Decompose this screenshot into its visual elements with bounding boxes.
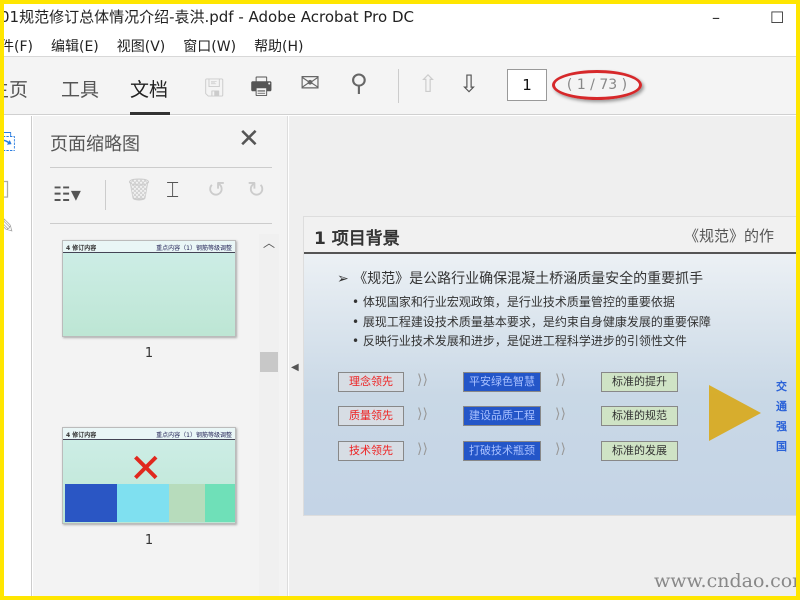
- next-page-icon[interactable]: ⇩: [459, 70, 479, 98]
- chevron-icon: ⟩⟩: [555, 441, 566, 457]
- chevron-icon: ⟩⟩: [555, 372, 566, 388]
- standard-box: 标准的发展: [601, 441, 678, 461]
- chevron-icon: ⟩⟩: [417, 441, 428, 457]
- divider: [50, 223, 272, 224]
- page-thumbnails-icon[interactable]: ⎘: [4, 130, 16, 155]
- chevron-icon: ⟩⟩: [555, 406, 566, 422]
- window-title: 01规范修订总体情况介绍-袁洪.pdf - Adobe Acrobat Pro …: [4, 8, 414, 26]
- delete-icon[interactable]: 🗑: [125, 178, 153, 203]
- bullet: • 展现工程建设技术质量基本要求，是约束自身健康发展的重要保障: [352, 315, 711, 329]
- slide-header-right: 《规范》的作: [684, 227, 775, 245]
- insert-page-icon[interactable]: ⌶: [166, 178, 179, 203]
- rotate-right-icon[interactable]: ↻: [247, 178, 265, 203]
- panel-title: 页面缩略图: [50, 134, 140, 155]
- thumbnail-heading: 4 修订内容 重点内容（1）钢筋等级调整: [63, 241, 235, 253]
- goal-box: 建设品质工程: [463, 406, 541, 426]
- table-block: [205, 484, 235, 522]
- page-number-input[interactable]: 1: [507, 69, 547, 101]
- page-thumbnail[interactable]: 4 修订内容 重点内容（1）钢筋等级调整: [62, 240, 236, 337]
- tab-document[interactable]: 文档: [130, 75, 168, 102]
- maximize-button[interactable]: ☐: [770, 8, 784, 27]
- scrollbar[interactable]: ︿: [259, 234, 279, 596]
- document-view: ◀ 1 项目背景 《规范》的作 ➢ 《规范》是公路行业确保混凝土桥涵质量安全的重…: [289, 116, 796, 596]
- active-tab-indicator: [130, 112, 170, 115]
- thumbnail-title: 4 修订内容: [66, 245, 97, 252]
- table-block: [65, 484, 117, 522]
- concept-box: 技术领先: [338, 441, 404, 461]
- page-thumbnail[interactable]: 4 修订内容 重点内容（1）钢筋等级调整 ✕: [62, 427, 236, 524]
- slide-title: 1 项目背景: [314, 229, 400, 249]
- print-icon[interactable]: 🖶: [250, 69, 273, 110]
- chevron-icon: ⟩⟩: [417, 372, 428, 388]
- bullet-text: 反映行业技术发展和进步，是促进工程科学进步的引领性文件: [362, 334, 687, 348]
- standard-box: 标准的规范: [601, 406, 678, 426]
- close-icon[interactable]: ✕: [238, 124, 260, 154]
- page-count: ( 1 / 73 ): [552, 70, 642, 100]
- bullet: • 体现国家和行业宏观政策，是行业技术质量管控的重要依据: [352, 295, 675, 309]
- options-menu-icon[interactable]: ☷▾: [53, 182, 81, 206]
- divider: [50, 167, 272, 168]
- side-char: 强: [776, 420, 787, 433]
- side-char: 通: [776, 400, 787, 413]
- main-point-text: 《规范》是公路行业确保混凝土桥涵质量安全的重要抓手: [353, 271, 704, 287]
- slide-page: 1 项目背景 《规范》的作 ➢ 《规范》是公路行业确保混凝土桥涵质量安全的重要抓…: [303, 216, 796, 516]
- bookmark-icon[interactable]: ▯: [4, 176, 10, 201]
- scroll-up-icon[interactable]: ︿: [263, 234, 275, 251]
- thumbnail-label: 1: [144, 533, 154, 548]
- side-char: 国: [776, 440, 787, 453]
- menu-bar: 件(F) 编辑(E) 视图(V) 窗口(W) 帮助(H): [4, 34, 304, 58]
- bullet-text: 体现国家和行业宏观政策，是行业技术质量管控的重要依据: [362, 295, 675, 309]
- slide-header: 1 项目背景 《规范》的作: [304, 217, 796, 254]
- table-block: [169, 484, 205, 522]
- goal-box: 打破技术瓶颈: [463, 441, 541, 461]
- side-text: 交 通 强 国: [776, 377, 790, 457]
- chevron-icon: ⟩⟩: [417, 406, 428, 422]
- goal-box: 平安绿色智慧: [463, 372, 541, 392]
- concept-box: 理念领先: [338, 372, 404, 392]
- email-icon[interactable]: ✉: [300, 69, 320, 97]
- menu-edit[interactable]: 编辑(E): [51, 36, 99, 56]
- collapse-panel-icon[interactable]: ◀: [291, 362, 299, 373]
- standard-box: 标准的提升: [601, 372, 678, 392]
- arrow-icon: [709, 385, 761, 441]
- thumbnail-label: 1: [144, 346, 154, 361]
- side-char: 交: [776, 380, 787, 393]
- menu-file[interactable]: 件(F): [4, 36, 33, 56]
- main-point: ➢ 《规范》是公路行业确保混凝土桥涵质量安全的重要抓手: [337, 271, 704, 287]
- divider: [398, 69, 399, 103]
- table-block: [117, 484, 169, 522]
- scrollbar-thumb[interactable]: [260, 352, 278, 372]
- search-icon[interactable]: ⚲: [350, 69, 368, 97]
- save-icon[interactable]: 🖫: [204, 71, 224, 112]
- left-nav-strip: ⎘ ▯ ✎: [4, 116, 32, 596]
- menu-help[interactable]: 帮助(H): [254, 36, 303, 56]
- thumbnail-subtitle: 重点内容（1）钢筋等级调整: [156, 432, 232, 439]
- thumbnail-title: 4 修订内容: [66, 432, 97, 439]
- tab-tools[interactable]: 工具: [61, 75, 99, 102]
- divider: [105, 180, 106, 210]
- prev-page-icon[interactable]: ⇧: [418, 70, 438, 98]
- watermark: www.cndao.com: [654, 570, 796, 592]
- thumbnails-panel: 页面缩略图 ✕ ☷▾ 🗑 ⌶ ↺ ↻ 4 修订内容 重点内容（1）钢筋等级调整 …: [33, 116, 288, 596]
- attachment-icon[interactable]: ✎: [4, 214, 15, 238]
- toolbar: 主页 工具 文档 🖫 🖶 ✉ ⚲ ⇧ ⇩ 1 ( 1 / 73 ): [4, 57, 796, 115]
- minimize-button[interactable]: –: [712, 8, 720, 27]
- menu-window[interactable]: 窗口(W): [183, 36, 236, 56]
- concept-box: 质量领先: [338, 406, 404, 426]
- thumbnail-heading: 4 修订内容 重点内容（1）钢筋等级调整: [63, 428, 235, 440]
- tab-home[interactable]: 主页: [4, 75, 28, 102]
- rotate-left-icon[interactable]: ↺: [207, 178, 225, 203]
- bullet-text: 展现工程建设技术质量基本要求，是约束自身健康发展的重要保障: [362, 315, 711, 329]
- thumbnail-subtitle: 重点内容（1）钢筋等级调整: [156, 245, 232, 252]
- menu-view[interactable]: 视图(V): [117, 36, 166, 56]
- bullet: • 反映行业技术发展和进步，是促进工程科学进步的引领性文件: [352, 334, 687, 348]
